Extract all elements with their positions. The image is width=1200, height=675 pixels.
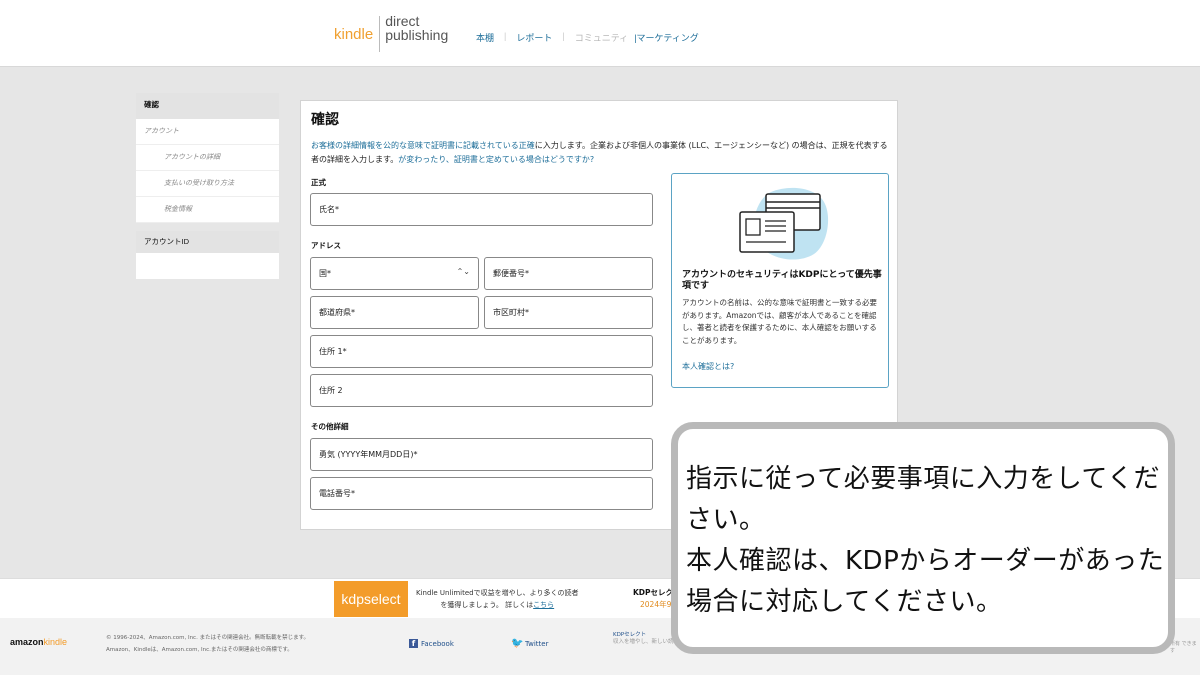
sidebar-account-id: アカウントID [136,231,279,253]
nav-divider: | [562,31,565,41]
address2-placeholder: 住所 2 [319,386,343,395]
sidebar-item-account-details[interactable]: アカウントの詳細 [136,145,279,171]
sidebar-gap [136,223,279,231]
nav-bookshelf[interactable]: 本棚 [470,31,500,44]
amazon-kindle-logo[interactable]: amazonkindle [10,637,67,647]
intro-part-a: お客様の詳細情報を公的な意味で証明書に記載されている正確 [311,141,535,150]
nav-divider: | [504,31,507,41]
section-address: アドレス [311,241,341,250]
info-body: アカウントの名前は、公的な意味で証明書と一致する必要があります。Amazonでは… [682,298,877,345]
logo-dp-text: direct publishing [385,14,448,42]
chevron-updown-icon: ⌃⌄ [456,267,470,276]
city-placeholder: 市区町村* [493,308,529,317]
postal-placeholder: 郵便番号* [493,269,529,278]
phone-field[interactable]: 電話番号* [310,477,653,510]
footer-kdp-select-desc: 収入を増やし、新しい読者 [613,639,680,645]
instruction-callout: 指示に従って必要事項に入力をしてください。 本人確認は、KDPからオーダーがあった… [671,422,1175,654]
callout-line2: 本人確認は、KDPからオーダーがあった場合に対応してください。 [686,546,1165,617]
page-title: 確認 [311,112,339,128]
nav-marketing[interactable]: |マーケティング [634,31,705,44]
footer-kdp-select-label: KDPセレクト [613,632,647,638]
address2-field[interactable]: 住所 2 [310,374,653,407]
kdp-select-text: Kindle Unlimitedで収益を増やし、より多くの読者を獲得しましょう。… [416,587,578,611]
facebook-label: Facebook [421,639,454,648]
intro-text: お客様の詳細情報を公的な意味で証明書に記載されている正確に入力します。企業および… [311,139,891,167]
prefecture-placeholder: 都道府県* [319,308,355,317]
phone-placeholder: 電話番号* [319,489,355,498]
id-card-illustration-icon [739,187,829,260]
callout-line1: 指示に従って必要事項に入力をしてください。 [686,464,1161,535]
sidebar-header[interactable]: 確認 [136,93,279,119]
main-nav: 本棚 | レポート | コミュニティ |マーケティング [470,31,705,44]
logo-publishing: publishing [385,27,449,43]
footer-kdp-select[interactable]: KDPセレクト 収入を増やし、新しい読者 [613,632,679,646]
callout-text: 指示に従って必要事項に入力をしてください。 本人確認は、KDPからオーダーがあった… [686,459,1166,623]
sidebar-item-payment[interactable]: 支払いの受け取り方法 [136,171,279,197]
kdp-select-logo[interactable]: kdpselect [334,581,408,617]
twitter-icon: 🐦 [511,638,524,649]
name-field[interactable]: 氏名* [310,193,653,226]
prefecture-field[interactable]: 都道府県* [310,296,479,329]
country-placeholder: 国* [319,269,331,278]
footer-tail-text: 所有 できます [1170,641,1197,654]
kdp-select-sub: 2024年9 [640,600,672,609]
country-select[interactable]: 国* ⌃⌄ [310,257,479,290]
kdp-select-line2: を獲得しましょう。 詳しくは [440,601,534,609]
info-heading: アカウントのセキュリティはKDPにとって優先事項です [682,270,882,291]
logo-kindle-text: kindle [334,26,374,43]
city-field[interactable]: 市区町村* [484,296,653,329]
sidebar-account-id-value [136,253,279,279]
amazon-word: amazon [10,637,44,647]
twitter-link[interactable]: 🐦 Twitter [511,638,549,649]
section-other-details: その他詳細 [311,422,349,431]
security-info-box: アカウントのセキュリティはKDPにとって優先事項です アカウントの名前は、公的な… [671,173,889,388]
intro-help-link[interactable]: が変わったり、証明書と定めている場合はどうですか? [398,155,594,164]
kindle-word: kindle [43,637,68,647]
what-is-verification-link[interactable]: 本人確認とは? [682,361,734,372]
address1-placeholder: 住所 1* [319,347,347,356]
sidebar-item-tax[interactable]: 税金情報 [136,197,279,223]
postal-code-field[interactable]: 郵便番号* [484,257,653,290]
kdp-select-link[interactable]: こちら [533,601,554,609]
sidebar-item-account[interactable]: アカウント [136,119,279,145]
top-header: kindle direct publishing 本棚 | レポート | コミュニ… [0,0,1200,67]
kdp-select-line1: Kindle Unlimitedで収益を増やし、より多くの読者 [416,589,579,597]
facebook-link[interactable]: f Facebook [409,639,454,648]
nav-community[interactable]: コミュニティ [569,31,634,44]
nav-reports[interactable]: レポート [510,31,558,44]
name-placeholder: 氏名* [319,205,339,214]
copyright-text: © 1996-2024、Amazon.com, Inc. またはその関連会社。無… [106,632,309,656]
kdp-select-heading: KDPセレク [633,588,674,597]
birthdate-placeholder: 勇気 (YYYY年MM月DD日)* [319,450,418,459]
copyright-line: © 1996-2024、Amazon.com, Inc. またはその関連会社。無… [106,635,310,641]
logo-divider [379,16,381,52]
facebook-icon: f [409,639,418,648]
twitter-label: Twitter [525,639,549,648]
trademark-line: Amazon、Kindleは、Amazon.com, Inc.またはその関連会社… [106,647,293,653]
birthdate-field[interactable]: 勇気 (YYYY年MM月DD日)* [310,438,653,471]
sidebar: 確認 アカウント アカウントの詳細 支払いの受け取り方法 税金情報 アカウントI… [136,93,279,279]
address1-field[interactable]: 住所 1* [310,335,653,368]
kdp-logo[interactable]: kindle direct publishing [334,14,448,54]
section-official: 正式 [311,178,326,187]
